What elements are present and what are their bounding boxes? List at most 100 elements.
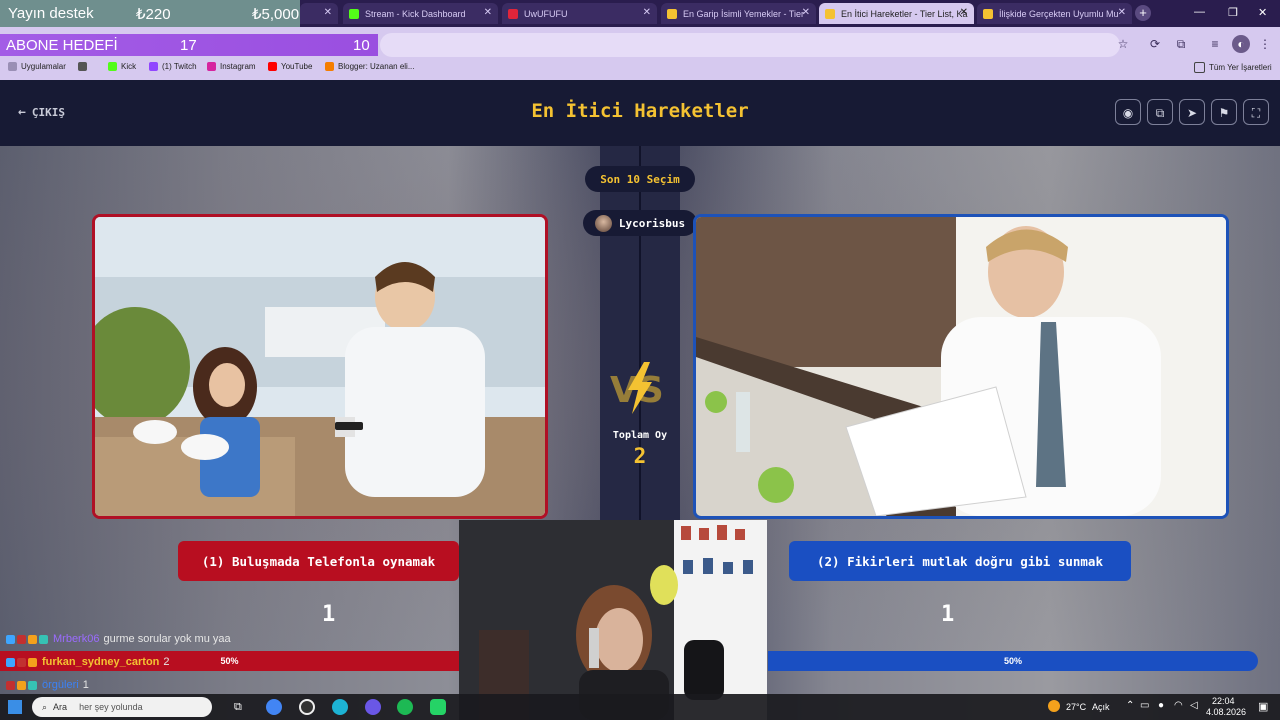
all-bookmarks[interactable]: Tüm Yer İşaretleri xyxy=(1194,62,1272,73)
network-icon[interactable]: ▭ xyxy=(1140,700,1149,711)
badge-icon xyxy=(28,657,37,667)
instagram-icon xyxy=(207,62,216,71)
option-card-right[interactable] xyxy=(693,214,1229,519)
vs-emblem: VS xyxy=(610,362,664,414)
bookmark-apps[interactable]: Uygulamalar xyxy=(8,62,66,71)
bookmark-label: Kick xyxy=(121,62,137,71)
donation-label: Yayın destek xyxy=(8,5,94,22)
clock-date[interactable]: 4.08.2026 xyxy=(1206,707,1246,717)
badge-icon xyxy=(17,634,26,644)
avatar xyxy=(594,214,612,232)
clock-time[interactable]: 22:04 xyxy=(1212,696,1235,706)
send-icon: ➤ xyxy=(1186,106,1198,120)
badge-icon xyxy=(39,634,48,644)
bookmark-label: (1) Twitch xyxy=(162,62,197,71)
translate-icon[interactable]: ⟳ xyxy=(1146,35,1164,53)
badge-icon xyxy=(6,634,15,644)
kick-icon xyxy=(108,62,117,71)
close-window-button[interactable]: ✕ xyxy=(1258,6,1267,19)
option-label-right[interactable]: (2) Fikirleri mutlak doğru gibi sunmak xyxy=(789,541,1131,581)
close-icon[interactable]: ✕ xyxy=(802,7,810,18)
new-tab-button[interactable]: + xyxy=(1135,5,1151,21)
percent-bar-right: 50% xyxy=(768,651,1258,671)
twitch-icon xyxy=(149,62,158,71)
notifications-icon[interactable]: ▣ xyxy=(1258,700,1268,713)
option-label-left-text: (1) Buluşmada Telefonla oynamak xyxy=(201,553,436,569)
close-icon[interactable]: ✕ xyxy=(1118,7,1126,18)
tab-itici-hareketler[interactable]: En İtici Hareketler - Tier List, Ka ✕ xyxy=(819,3,974,24)
edge-icon[interactable] xyxy=(332,699,348,715)
tab-uwufufu[interactable]: UwUFUFU ✕ xyxy=(502,3,657,24)
volume-icon[interactable]: ◁ xyxy=(1190,700,1198,711)
percent-right: 50% xyxy=(1003,656,1022,666)
site-icon xyxy=(983,8,993,19)
bookmark-blogger[interactable]: Blogger: Uzanan eli... xyxy=(325,62,415,71)
close-icon[interactable]: ✕ xyxy=(484,7,492,18)
bookmark-kick[interactable]: Kick xyxy=(108,62,136,71)
tab-garip-yemekler[interactable]: En Garip İsimli Yemekler - Tier ✕ xyxy=(661,3,816,24)
weather-temp: 27°C xyxy=(1066,702,1087,712)
profile-avatar[interactable]: ◐ xyxy=(1232,35,1250,53)
chrome-icon[interactable] xyxy=(266,699,282,715)
share-button[interactable]: ➤ xyxy=(1179,99,1205,125)
obs-icon[interactable] xyxy=(299,699,315,715)
close-icon[interactable]: ✕ xyxy=(960,7,968,18)
bookmark-grid[interactable] xyxy=(78,62,91,71)
discord-icon[interactable] xyxy=(365,699,381,715)
spotify-icon[interactable] xyxy=(397,699,413,715)
close-icon[interactable]: ✕ xyxy=(324,7,332,18)
tab-label: En İtici Hareketler - Tier List, Ka xyxy=(841,8,968,19)
windows-start-icon[interactable] xyxy=(8,700,22,714)
menu-icon[interactable]: ⋮ xyxy=(1256,35,1274,53)
donation-goal-overlay: Yayın destek ₺220 ₺5,000 xyxy=(0,0,300,27)
weather-icon xyxy=(1048,700,1060,712)
bookmark-youtube[interactable]: YouTube xyxy=(268,62,312,71)
webcam-feed xyxy=(459,520,767,720)
media-icon[interactable]: ≡ xyxy=(1206,35,1224,53)
badge-icon xyxy=(6,680,15,690)
taskbar-search[interactable]: ⌕ Ara her şey yolunda xyxy=(32,697,212,717)
report-button[interactable]: ⚑ xyxy=(1211,99,1237,125)
close-icon[interactable]: ✕ xyxy=(643,7,651,18)
mic-icon[interactable]: ● xyxy=(1158,700,1164,711)
link-button[interactable]: ⧉ xyxy=(1147,99,1173,125)
badge-icon xyxy=(17,680,26,690)
star-icon[interactable]: ☆ xyxy=(1114,35,1132,53)
recent-choices-pill[interactable]: Son 10 Seçim xyxy=(585,166,695,192)
site-icon xyxy=(825,8,835,19)
option-card-left[interactable] xyxy=(92,214,548,519)
option-image-right xyxy=(696,217,1226,516)
fullscreen-button[interactable]: ⛶ xyxy=(1243,99,1269,125)
bookmark-twitch[interactable]: (1) Twitch xyxy=(149,62,197,71)
tab-iliskide-uyumlu[interactable]: İlişkide Gerçekten Uyumlu Mu ✕ xyxy=(977,3,1132,24)
site-icon xyxy=(667,8,677,19)
minimize-button[interactable]: — xyxy=(1194,6,1205,18)
option-image-left xyxy=(95,217,545,516)
total-votes-value: 2 xyxy=(633,444,647,468)
sub-goal-overlay: ABONE HEDEFİ 17 10 xyxy=(0,34,378,56)
extensions-icon[interactable]: ⧉ xyxy=(1172,35,1190,53)
folder-icon xyxy=(1194,62,1205,73)
chat-message: Mrberk06 gurme sorular yok mu yaa xyxy=(6,633,231,645)
option-label-left[interactable]: (1) Buluşmada Telefonla oynamak xyxy=(178,541,459,581)
chat-username[interactable]: furkan_sydney_carton xyxy=(42,656,159,668)
tab-1[interactable]: ✕ xyxy=(300,3,338,24)
address-bar[interactable] xyxy=(380,33,1120,57)
bookmark-label: YouTube xyxy=(281,62,313,71)
bookmark-instagram[interactable]: Instagram xyxy=(207,62,256,71)
link-icon: ⧉ xyxy=(1155,106,1165,120)
task-view-icon[interactable]: ⧉ xyxy=(234,701,242,714)
tab-kick-dashboard[interactable]: Stream - Kick Dashboard ✕ xyxy=(343,3,498,24)
chat-username[interactable]: Mrberk06 xyxy=(53,633,99,645)
chat-message: örgüleri 1 xyxy=(6,679,89,691)
chevron-up-icon[interactable]: ⌃ xyxy=(1126,700,1134,711)
chat-username[interactable]: örgüleri xyxy=(42,679,79,691)
page-title: En İtici Hareketler xyxy=(531,100,749,122)
whatsapp-icon[interactable] xyxy=(430,699,446,715)
restore-button[interactable]: ❐ xyxy=(1228,6,1238,19)
kick-icon xyxy=(349,8,359,19)
wifi-icon[interactable]: ◠ xyxy=(1174,700,1183,711)
eye-button[interactable]: ◉ xyxy=(1115,99,1141,125)
chat-text: 1 xyxy=(82,679,89,691)
uwufufu-icon xyxy=(508,8,518,19)
